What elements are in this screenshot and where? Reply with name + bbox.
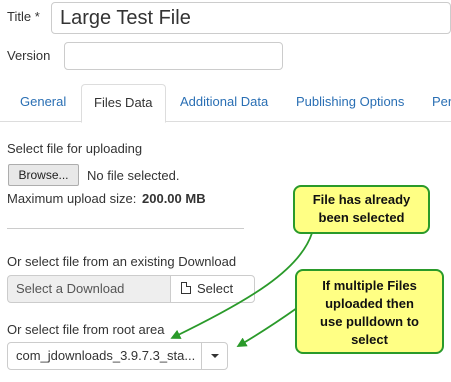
callout-multiple-files: If multiple Files uploaded then use pull… xyxy=(295,269,444,354)
callout2-line1: If multiple Files xyxy=(322,278,417,293)
callout-file-selected: File has already been selected xyxy=(293,185,430,234)
arrow-to-root-label xyxy=(170,232,313,339)
callout2-line2: uploaded then xyxy=(325,296,414,311)
callout1-line1: File has already xyxy=(312,192,411,207)
arrow-to-pulldown xyxy=(236,307,298,348)
callout2-line3: use pulldown to xyxy=(320,314,419,329)
callout1-line2: been selected xyxy=(318,210,405,225)
callout2-line4: select xyxy=(351,332,388,347)
